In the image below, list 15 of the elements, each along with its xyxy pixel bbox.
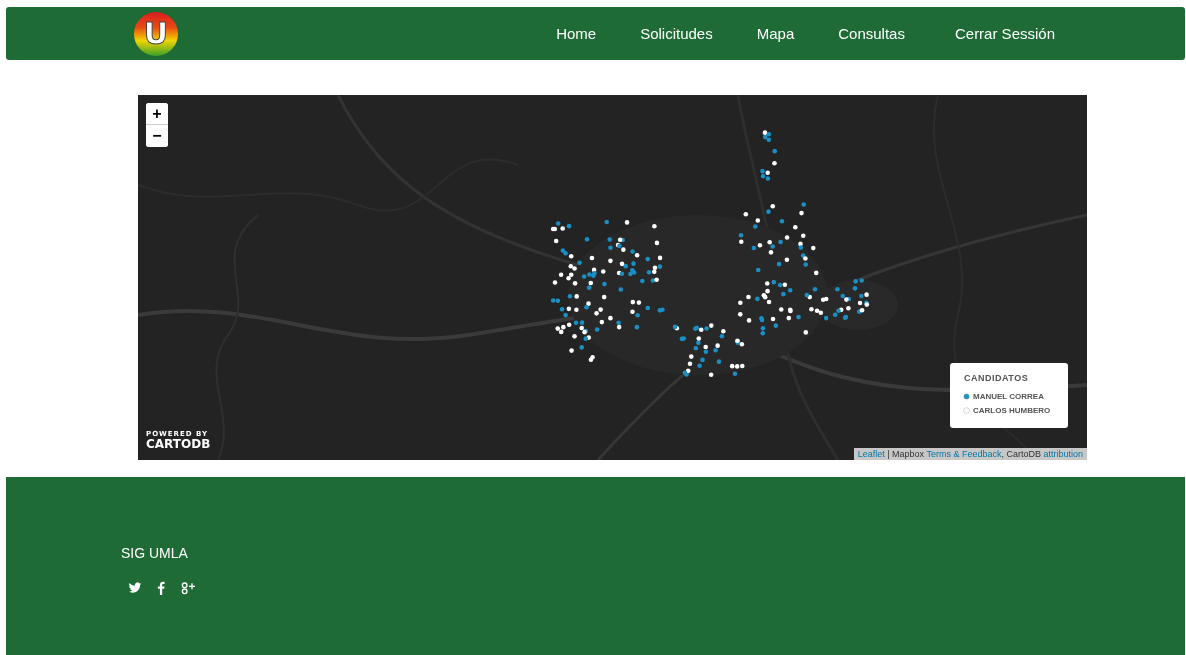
legend-label: CARLOS HUMBERO (973, 405, 1051, 415)
facebook-icon[interactable] (157, 581, 165, 595)
legend-title: CANDIDATOS (964, 373, 1030, 383)
nav-link[interactable]: Cerrar Sessión (926, 25, 1055, 42)
nav-link[interactable]: Consultas (816, 25, 927, 42)
nav-link[interactable]: Mapa (734, 25, 817, 42)
attribution-text: Leaflet | Mapbox Terms & Feedback, CartoDB attribution (853, 448, 1087, 460)
legend-label: MANUEL CORREA (973, 391, 1044, 401)
nav-link[interactable]: Home (534, 25, 619, 42)
cartodb-logo: CARTODB (146, 437, 211, 451)
nav-link[interactable]: Solicitudes (618, 25, 735, 42)
twitter-icon[interactable] (128, 581, 142, 595)
zoom-in-button[interactable]: + (146, 103, 168, 125)
google-plus-icon[interactable] (180, 581, 196, 595)
footer-title: SIG UMLA (121, 545, 189, 561)
